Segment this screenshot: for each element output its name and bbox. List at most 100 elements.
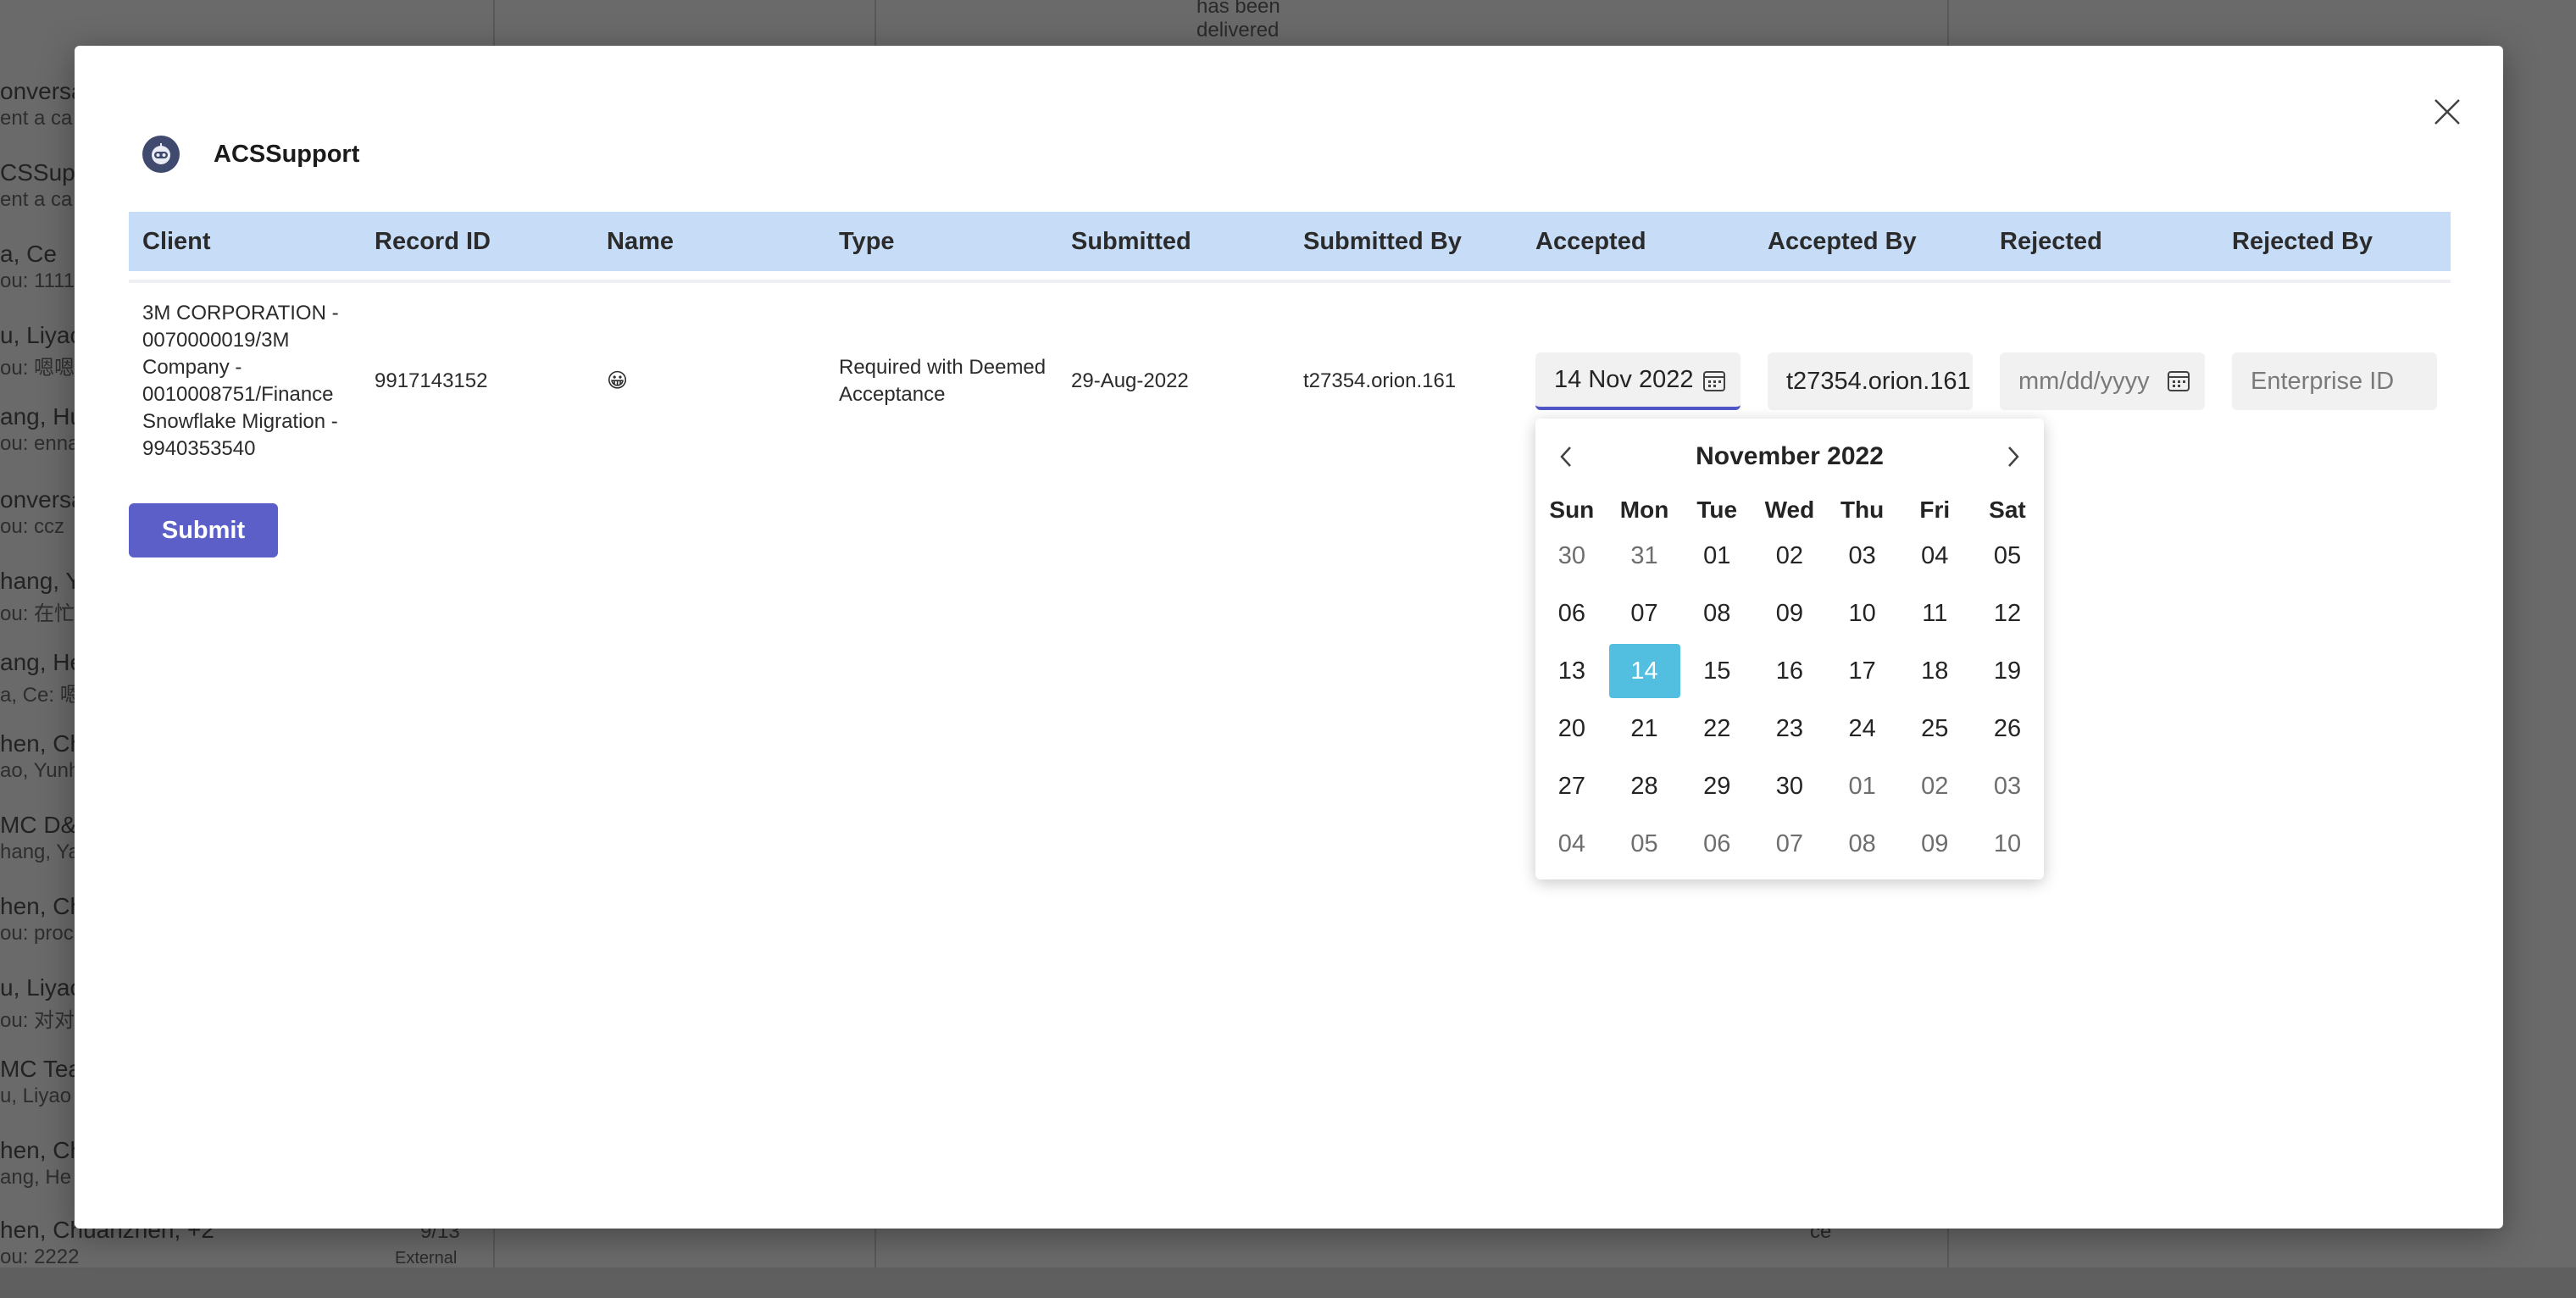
calendar-day-label: 07	[1630, 599, 1658, 627]
rejected-date-input[interactable]	[2018, 367, 2162, 396]
type-cell: Required with Deemed Acceptance	[839, 356, 1046, 406]
calendar-day[interactable]: 04	[1535, 815, 1608, 873]
accepted-date-value: 14 Nov 2022	[1554, 365, 1694, 393]
calendar-day[interactable]: 07	[1753, 815, 1826, 873]
column-header-record-id: Record ID	[375, 227, 491, 255]
calendar-day[interactable]: 03	[1826, 527, 1899, 585]
calendar-day-label: 13	[1557, 657, 1585, 685]
calendar-day[interactable]: 01	[1826, 757, 1899, 815]
calendar-day[interactable]: 19	[1971, 642, 2044, 700]
column-header-accepted-by: Accepted By	[1768, 227, 1917, 255]
calendar-day[interactable]: 13	[1535, 642, 1608, 700]
calendar-day-label: 02	[1775, 541, 1804, 569]
submitted-by-cell: t27354.orion.161	[1303, 369, 1457, 392]
calendar-day[interactable]: 04	[1898, 527, 1971, 585]
accepted-date-field[interactable]: 14 Nov 2022	[1535, 352, 1740, 410]
dialog: ACSSupport Client Record ID Name Type Su…	[75, 46, 2503, 1229]
calendar-day[interactable]: 03	[1971, 757, 2044, 815]
calendar-day[interactable]: 05	[1608, 815, 1681, 873]
calendar-day[interactable]: 06	[1680, 815, 1753, 873]
calendar-day-label: 08	[1848, 829, 1876, 857]
calendar-day[interactable]: 02	[1898, 757, 1971, 815]
close-button[interactable]	[2429, 93, 2466, 130]
calendar-day[interactable]: 15	[1680, 642, 1753, 700]
weekday-label: Sat	[1989, 496, 2026, 523]
column-header-submitted: Submitted	[1071, 227, 1191, 255]
calendar-day-label: 09	[1921, 829, 1949, 857]
accepted-by-input[interactable]	[1786, 367, 1973, 396]
calendar-day-label: 04	[1557, 829, 1585, 857]
calendar-day-label: 31	[1630, 541, 1658, 569]
calendar-day-label: 01	[1848, 772, 1876, 800]
next-month-button[interactable]	[1996, 435, 2030, 478]
table-row: 3M CORPORATION - 0070000019/3M Company -…	[129, 283, 2451, 480]
calendar-day[interactable]: 12	[1971, 585, 2044, 642]
calendar-day[interactable]: 27	[1535, 757, 1608, 815]
calendar-day[interactable]: 01	[1680, 527, 1753, 585]
submit-button[interactable]: Submit	[129, 503, 278, 557]
calendar-day[interactable]: 23	[1753, 700, 1826, 757]
calendar-day-label: 07	[1775, 829, 1804, 857]
calendar-day-label: 06	[1557, 599, 1585, 627]
selected-day[interactable]: 14	[1608, 642, 1681, 700]
calendar-icon[interactable]	[1702, 368, 1727, 393]
calendar-day[interactable]: 31	[1608, 527, 1681, 585]
calendar-day[interactable]: 30	[1753, 757, 1826, 815]
calendar-day[interactable]: 16	[1753, 642, 1826, 700]
calendar-day[interactable]: 22	[1680, 700, 1753, 757]
client-cell: 3M CORPORATION - 0070000019/3M Company -…	[142, 302, 339, 460]
column-header-submitted-by: Submitted By	[1303, 227, 1462, 255]
accepted-by-field[interactable]	[1768, 352, 1973, 410]
calendar-day[interactable]: 28	[1608, 757, 1681, 815]
calendar-day[interactable]: 10	[1826, 585, 1899, 642]
calendar-day-label: 19	[1993, 657, 2022, 685]
calendar-day[interactable]: 30	[1535, 527, 1608, 585]
calendar-day-label: 29	[1703, 772, 1731, 800]
rejected-date-field[interactable]	[2000, 352, 2205, 410]
calendar-day[interactable]: 06	[1535, 585, 1608, 642]
enterprise-id-input[interactable]	[2251, 367, 2437, 396]
calendar-day-label: 27	[1557, 772, 1585, 800]
calendar-day-label: 03	[1848, 541, 1876, 569]
calendar-day[interactable]: 21	[1608, 700, 1681, 757]
date-picker: November 2022 Sun Mon Tue Wed Thu Fri Sat 30 31 0…	[1535, 419, 2044, 879]
calendar-day[interactable]: 11	[1898, 585, 1971, 642]
calendar-day-label: 20	[1557, 714, 1585, 742]
calendar-day[interactable]: 18	[1898, 642, 1971, 700]
record-id-cell: 9917143152	[375, 369, 488, 392]
rejected-by-cell	[2218, 352, 2451, 410]
calendar-day[interactable]: 09	[1898, 815, 1971, 873]
calendar-day[interactable]: 20	[1535, 700, 1608, 757]
column-header-accepted: Accepted	[1535, 227, 1646, 255]
calendar-icon[interactable]	[2166, 368, 2191, 393]
calendar-day[interactable]: 26	[1971, 700, 2044, 757]
calendar-day[interactable]: 29	[1680, 757, 1753, 815]
calendar-day[interactable]: 09	[1753, 585, 1826, 642]
calendar-day-label: 10	[1993, 829, 2022, 857]
calendar-day[interactable]: 08	[1826, 815, 1899, 873]
calendar-day-label: 26	[1993, 714, 2022, 742]
robot-icon	[142, 136, 180, 173]
calendar-day[interactable]: 05	[1971, 527, 2044, 585]
calendar-day[interactable]: 02	[1753, 527, 1826, 585]
calendar-day[interactable]: 25	[1898, 700, 1971, 757]
calendar-day-label: 05	[1993, 541, 2022, 569]
calendar-day[interactable]: 08	[1680, 585, 1753, 642]
calendar-day[interactable]: 07	[1608, 585, 1681, 642]
calendar-day-label: 30	[1775, 772, 1804, 800]
name-cell: 😀	[607, 369, 629, 392]
calendar-day[interactable]: 10	[1971, 815, 2044, 873]
calendar-day-label: 05	[1630, 829, 1658, 857]
rejected-by-field[interactable]	[2232, 352, 2437, 410]
calendar-day-label: 10	[1848, 599, 1876, 627]
calendar-day[interactable]: 17	[1826, 642, 1899, 700]
column-header-rejected: Rejected	[2000, 227, 2102, 255]
calendar-day[interactable]: 24	[1826, 700, 1899, 757]
calendar-day-label: 03	[1993, 772, 2022, 800]
calendar-day-label: 21	[1630, 714, 1658, 742]
month-title: November 2022	[1696, 442, 1884, 470]
calendar-day-label: 11	[1922, 599, 1948, 627]
calendar-day-label: 15	[1703, 657, 1731, 685]
accepted-cell: 14 Nov 2022	[1522, 352, 1754, 410]
calendar-day-label: 23	[1775, 714, 1804, 742]
